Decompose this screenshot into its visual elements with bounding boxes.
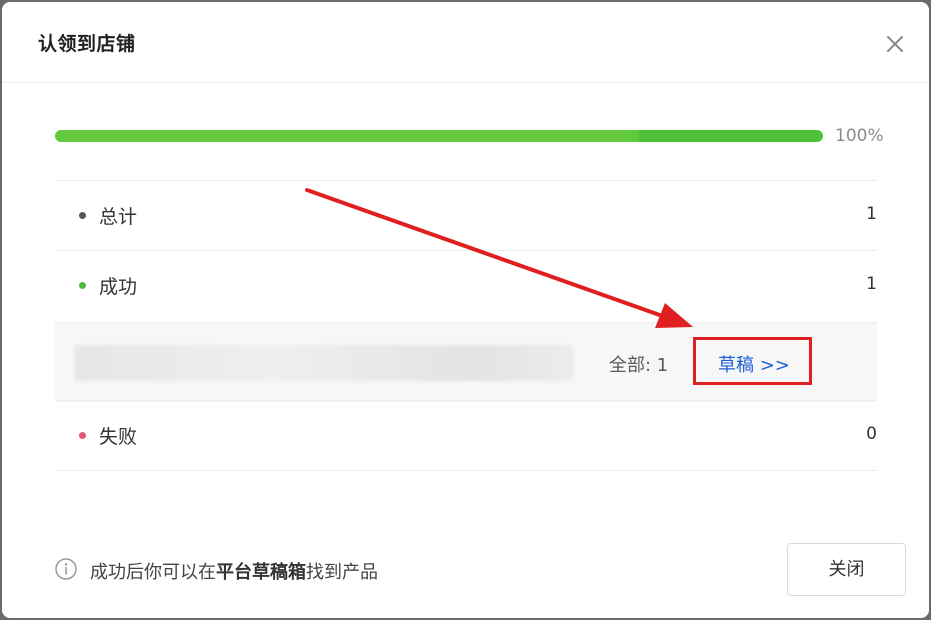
success-detail-row: 全部: 1 草稿 >>	[55, 322, 877, 402]
all-count: 全部: 1	[609, 355, 669, 376]
info-icon	[55, 558, 77, 580]
claim-to-store-dialog: 认领到店铺 100% 总计 1 成功 1 全部: 1 草稿 >> 失败 0 成功…	[2, 2, 929, 618]
draft-link-label[interactable]: 草稿 >>	[718, 351, 790, 377]
draft-link[interactable]: 草稿 >>	[693, 337, 812, 385]
stat-value-total: 1	[866, 204, 877, 224]
stat-label-failed: 失败	[99, 426, 138, 448]
dialog-title: 认领到店铺	[38, 33, 136, 55]
info-text-prefix: 成功后你可以在	[90, 562, 216, 583]
stat-row-failed: 失败 0	[55, 400, 877, 471]
info-text-bold: 平台草稿箱	[216, 562, 306, 583]
status-dot	[79, 432, 86, 439]
stat-label-success: 成功	[99, 276, 138, 298]
redacted-store-name	[74, 345, 574, 381]
status-dot	[79, 282, 86, 289]
close-button[interactable]: 关闭	[787, 543, 906, 596]
info-text-suffix: 找到产品	[306, 562, 378, 583]
footer-info-text: 成功后你可以在平台草稿箱找到产品	[90, 558, 378, 584]
progress-fill	[55, 130, 823, 142]
status-dot	[79, 212, 86, 219]
progress-bar	[55, 130, 823, 142]
stat-row-success: 成功 1	[55, 250, 877, 320]
progress-percent: 100%	[835, 126, 884, 146]
stat-label-total: 总计	[99, 206, 138, 228]
stat-row-total: 总计 1	[55, 180, 877, 250]
dialog-header: 认领到店铺	[2, 2, 929, 83]
stat-value-failed: 0	[866, 424, 877, 444]
close-icon[interactable]	[881, 30, 909, 58]
stat-value-success: 1	[866, 274, 877, 294]
